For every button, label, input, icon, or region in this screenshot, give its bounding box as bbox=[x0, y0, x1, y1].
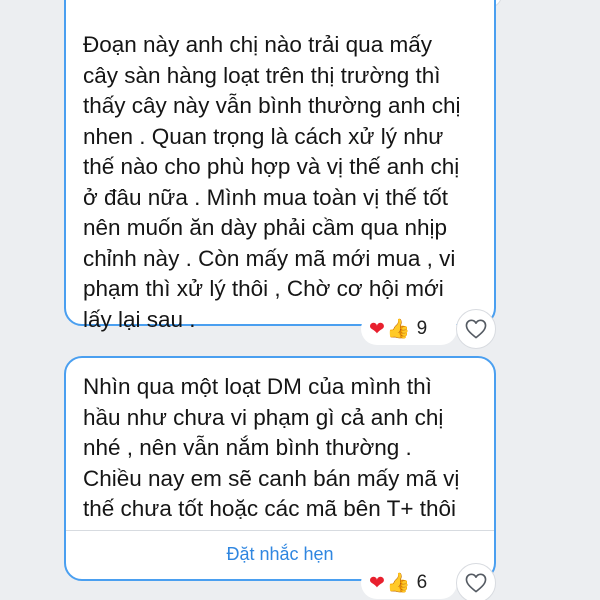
message-text: Nhìn qua một loạt DM của mình thì hầu nh… bbox=[83, 374, 460, 521]
chat-view: Đoạn này anh chị nào trải qua mấy cây sà… bbox=[0, 0, 600, 600]
reaction-summary[interactable]: ❤ 👍 6 bbox=[361, 567, 457, 599]
like-button[interactable] bbox=[456, 309, 496, 349]
thumbs-up-emoji-icon: 👍 bbox=[386, 571, 411, 594]
reaction-summary[interactable]: ❤ 👍 9 bbox=[361, 313, 457, 345]
set-reminder-button[interactable]: Đặt nhắc hẹn bbox=[66, 544, 494, 565]
message-bubble[interactable]: Nhìn qua một loạt DM của mình thì hầu nh… bbox=[64, 356, 496, 581]
reaction-count: 9 bbox=[416, 318, 428, 339]
divider bbox=[66, 530, 494, 531]
heart-emoji-icon: ❤ bbox=[369, 571, 385, 594]
like-button[interactable] bbox=[456, 563, 496, 600]
heart-outline-icon bbox=[465, 319, 487, 339]
heart-emoji-icon: ❤ bbox=[369, 317, 385, 340]
message-bubble[interactable]: Đoạn này anh chị nào trải qua mấy cây sà… bbox=[64, 0, 496, 332]
thumbs-up-emoji-icon: 👍 bbox=[386, 317, 411, 340]
reaction-count: 6 bbox=[416, 572, 428, 593]
heart-outline-icon bbox=[465, 573, 487, 593]
message-text: Đoạn này anh chị nào trải qua mấy cây sà… bbox=[83, 32, 461, 332]
